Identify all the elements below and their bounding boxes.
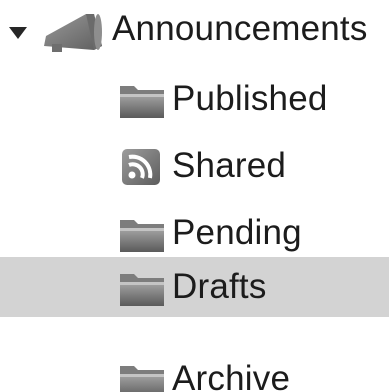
tree-node-label: Pending bbox=[172, 213, 302, 252]
rss-feed-icon bbox=[122, 149, 160, 185]
tree-node-label: Archive bbox=[172, 359, 291, 392]
tree-node-published[interactable]: Published bbox=[0, 72, 389, 126]
folder-icon bbox=[120, 86, 164, 118]
tree-node-drafts[interactable]: Drafts bbox=[0, 257, 389, 317]
tree-node-archive[interactable]: Archive bbox=[0, 352, 389, 392]
tree-node-label: Drafts bbox=[172, 267, 267, 306]
tree-node-label: Announcements bbox=[112, 9, 368, 48]
expand-arrow-icon[interactable] bbox=[8, 26, 28, 40]
folder-icon bbox=[120, 366, 164, 392]
tree-node-announcements[interactable]: Announcements bbox=[0, 4, 389, 58]
megaphone-icon bbox=[44, 14, 102, 52]
tree-node-label: Shared bbox=[172, 146, 287, 185]
folder-icon bbox=[120, 220, 164, 252]
folder-icon bbox=[120, 274, 164, 306]
tree-node-pending[interactable]: Pending bbox=[0, 206, 389, 260]
folder-tree: Announcements Published Shared Pending D… bbox=[0, 0, 389, 392]
tree-node-label: Published bbox=[172, 79, 328, 118]
tree-node-shared[interactable]: Shared bbox=[0, 139, 389, 193]
